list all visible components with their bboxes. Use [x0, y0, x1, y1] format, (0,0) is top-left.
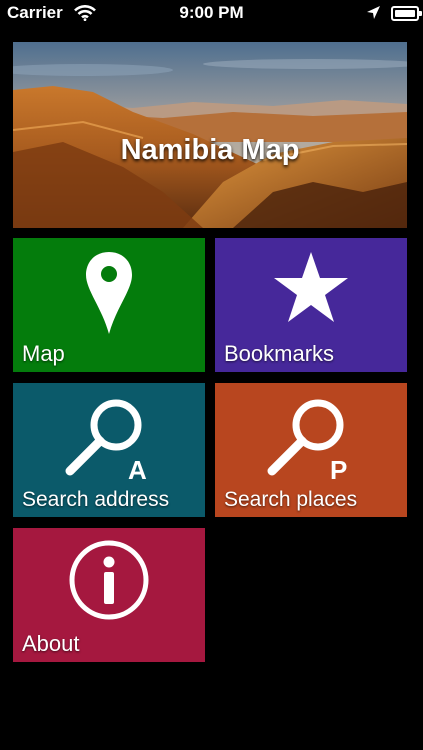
- search-address-icon-letter: A: [128, 455, 147, 481]
- battery-icon: [391, 6, 422, 21]
- search-address-tile-label: Search address: [22, 488, 170, 511]
- about-tile-label: About: [22, 631, 80, 656]
- search-places-icon-letter: P: [330, 455, 347, 481]
- header-banner: Namibia Map: [13, 42, 407, 228]
- map-pin-icon: [13, 250, 205, 336]
- clock: 9:00 PM: [179, 3, 244, 22]
- search-places-tile[interactable]: P Search places: [215, 383, 407, 517]
- bookmarks-tile[interactable]: Bookmarks: [215, 238, 407, 372]
- bookmarks-tile-label: Bookmarks: [224, 341, 335, 366]
- map-tile-label: Map: [22, 341, 65, 366]
- search-address-icon: A: [13, 395, 205, 481]
- status-bar: Carrier 9:00 PM: [0, 0, 423, 28]
- search-places-icon: P: [215, 395, 407, 481]
- search-address-tile[interactable]: A Search address: [13, 383, 205, 517]
- info-icon: [13, 540, 205, 620]
- search-places-tile-label: Search places: [224, 488, 358, 511]
- map-tile[interactable]: Map: [13, 238, 205, 372]
- location-arrow-icon: [366, 5, 381, 25]
- about-tile[interactable]: About: [13, 528, 205, 662]
- app-title: Namibia Map: [120, 134, 300, 166]
- star-icon: [215, 250, 407, 324]
